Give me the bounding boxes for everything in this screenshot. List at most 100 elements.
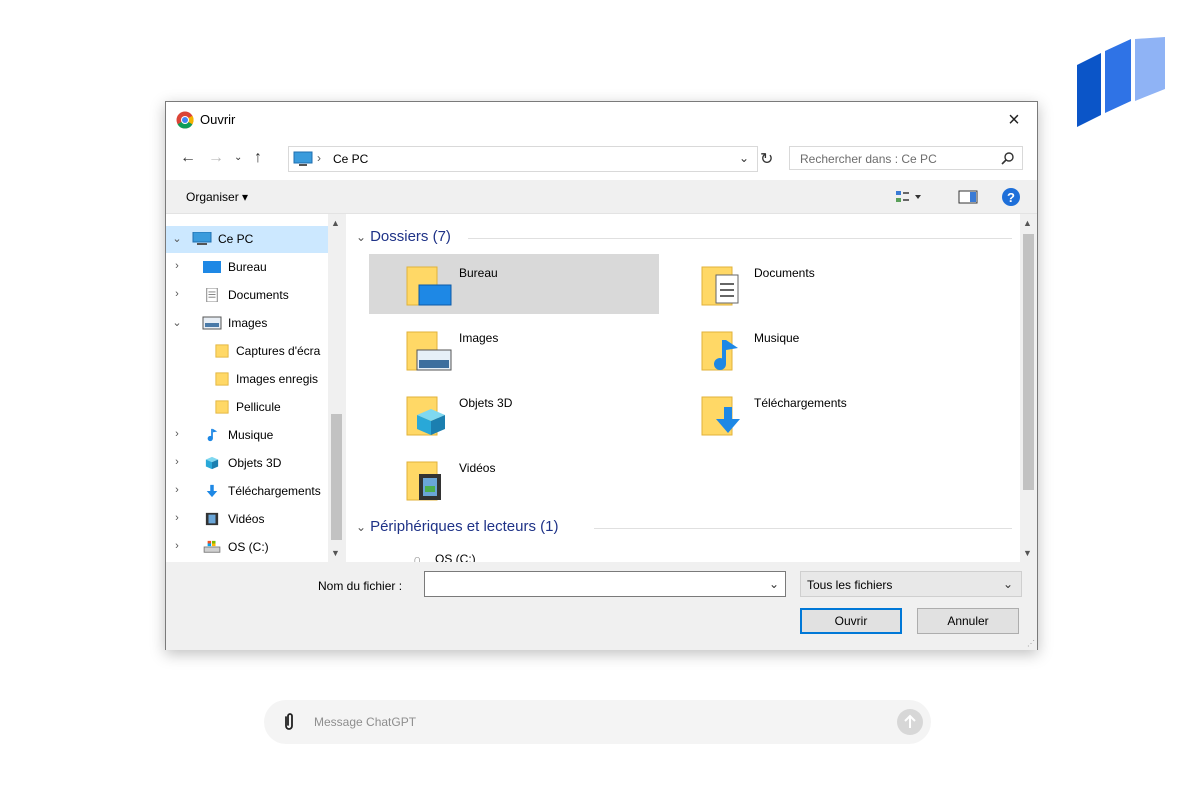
nav-item-images-enregistrees[interactable]: Images enregis bbox=[166, 366, 330, 393]
devices-group-header[interactable]: ⌄ Périphériques et lecteurs (1) bbox=[356, 518, 559, 535]
nav-item-captures[interactable]: Captures d'écra bbox=[166, 338, 330, 365]
scroll-up-arrow-icon[interactable]: ▲ bbox=[331, 218, 340, 228]
up-arrow-icon bbox=[904, 714, 916, 728]
send-arrow-icon[interactable] bbox=[897, 709, 923, 735]
chat-input-placeholder: Message ChatGPT bbox=[314, 715, 417, 729]
expand-chevron-icon[interactable]: › bbox=[172, 540, 182, 552]
nav-item-pellicule[interactable]: Pellicule bbox=[166, 394, 330, 421]
navigation-scrollbar[interactable]: ▲ ▼ bbox=[328, 214, 345, 562]
images-folder-icon bbox=[406, 331, 452, 371]
nav-item-telechargements[interactable]: › Téléchargements bbox=[166, 478, 330, 505]
nav-item-label: Pellicule bbox=[236, 400, 281, 414]
svg-text:?: ? bbox=[1007, 190, 1015, 205]
group-divider bbox=[468, 238, 1012, 239]
nav-item-objets-3d[interactable]: › Objets 3D bbox=[166, 450, 330, 477]
expand-chevron-icon[interactable]: ⌄ bbox=[172, 232, 182, 245]
open-button[interactable]: Ouvrir bbox=[800, 608, 902, 634]
scrollbar-thumb[interactable] bbox=[1023, 234, 1034, 490]
music-icon bbox=[207, 428, 218, 442]
collapse-chevron-icon[interactable]: ⌄ bbox=[356, 520, 366, 534]
address-bar[interactable]: › Ce PC ⌄ bbox=[288, 146, 758, 172]
expand-chevron-icon[interactable]: › bbox=[172, 456, 182, 468]
scroll-down-arrow-icon[interactable]: ▼ bbox=[1023, 548, 1032, 558]
folder-label: Objets 3D bbox=[459, 396, 513, 410]
expand-chevron-icon[interactable]: › bbox=[172, 428, 182, 440]
nav-item-label: Musique bbox=[228, 428, 274, 442]
folder-item-documents[interactable]: Documents bbox=[664, 254, 954, 314]
back-arrow-icon[interactable]: ← bbox=[180, 149, 196, 167]
organize-menu-button[interactable]: Organiser ▾ bbox=[186, 190, 248, 204]
nav-item-label: Documents bbox=[228, 288, 289, 302]
filename-input[interactable]: ⌄ bbox=[424, 571, 786, 597]
folder-item-objets-3d[interactable]: Objets 3D bbox=[369, 384, 659, 444]
folder-item-musique[interactable]: Musique bbox=[664, 319, 954, 379]
nav-item-ce-pc[interactable]: ⌄ Ce PC bbox=[166, 226, 330, 253]
documents-folder-icon bbox=[701, 266, 739, 306]
collapse-chevron-icon[interactable]: ⌄ bbox=[356, 230, 366, 244]
folder-icon bbox=[215, 400, 229, 414]
expand-chevron-icon[interactable]: › bbox=[172, 260, 182, 272]
scroll-up-arrow-icon[interactable]: ▲ bbox=[1023, 218, 1032, 228]
filename-dropdown-chevron-icon[interactable]: ⌄ bbox=[769, 577, 779, 591]
navigation-pane: ⌄ Ce PC › Bureau › Documents ⌄ Images Ca… bbox=[166, 214, 346, 562]
view-options-icon[interactable] bbox=[894, 188, 924, 206]
folder-item-bureau[interactable]: Bureau bbox=[369, 254, 659, 314]
folder-item-telechargements[interactable]: Téléchargements bbox=[664, 384, 954, 444]
video-folder-icon bbox=[406, 461, 441, 501]
up-arrow-icon[interactable]: ↑ bbox=[254, 149, 262, 167]
images-icon bbox=[202, 316, 222, 330]
nav-item-label: Objets 3D bbox=[228, 456, 282, 470]
nav-item-bureau[interactable]: › Bureau bbox=[166, 254, 330, 281]
file-type-select[interactable]: Tous les fichiers ⌄ bbox=[800, 571, 1022, 597]
address-row: ← → ⌄ ↑ › Ce PC ⌄ ↻ Rechercher dans : Ce… bbox=[166, 138, 1037, 180]
help-icon[interactable]: ? bbox=[1001, 187, 1021, 207]
drive-label: OS (C:) bbox=[435, 552, 476, 562]
scroll-down-arrow-icon[interactable]: ▼ bbox=[331, 548, 340, 558]
drive-item-os-c[interactable]: ∩ OS (C:) bbox=[369, 544, 659, 562]
nav-item-label: Ce PC bbox=[218, 232, 254, 246]
paperclip-icon[interactable] bbox=[282, 712, 296, 732]
content-scrollbar[interactable]: ▲ ▼ bbox=[1020, 214, 1037, 562]
documents-icon bbox=[206, 288, 218, 302]
nav-item-label: Téléchargements bbox=[228, 484, 321, 498]
chrome-icon bbox=[176, 111, 194, 129]
folder-item-videos[interactable]: Vidéos bbox=[369, 449, 659, 509]
file-type-chevron-icon[interactable]: ⌄ bbox=[1003, 577, 1013, 591]
objects3d-folder-icon bbox=[406, 396, 445, 436]
resize-grip-icon[interactable]: ⋰ bbox=[1027, 639, 1035, 648]
expand-chevron-icon[interactable]: ⌄ bbox=[172, 316, 182, 329]
preview-pane-icon[interactable] bbox=[958, 188, 978, 206]
nav-item-videos[interactable]: › Vidéos bbox=[166, 506, 330, 533]
nav-item-images[interactable]: ⌄ Images bbox=[166, 310, 330, 337]
search-placeholder: Rechercher dans : Ce PC bbox=[800, 152, 937, 166]
dialog-title: Ouvrir bbox=[200, 112, 236, 127]
address-dropdown-chevron-icon[interactable]: ⌄ bbox=[739, 151, 749, 165]
search-icon[interactable] bbox=[1000, 150, 1016, 166]
dialog-footer: Nom du fichier : ⌄ Tous les fichiers ⌄ O… bbox=[166, 562, 1037, 650]
folder-item-images[interactable]: Images bbox=[369, 319, 659, 379]
folders-group-header[interactable]: ⌄ Dossiers (7) bbox=[356, 228, 451, 245]
group-header-label: Dossiers (7) bbox=[370, 228, 451, 245]
refresh-icon[interactable]: ↻ bbox=[760, 149, 773, 169]
filename-label: Nom du fichier : bbox=[318, 579, 403, 593]
pc-icon bbox=[192, 232, 212, 245]
search-input[interactable]: Rechercher dans : Ce PC bbox=[789, 146, 1023, 170]
expand-chevron-icon[interactable]: › bbox=[172, 484, 182, 496]
close-button[interactable]: × bbox=[991, 102, 1037, 138]
nav-item-os-c[interactable]: › OS (C:) bbox=[166, 534, 330, 561]
breadcrumb-location[interactable]: Ce PC bbox=[333, 152, 368, 166]
open-file-dialog: Ouvrir × ← → ⌄ ↑ › Ce PC ⌄ ↻ Rechercher … bbox=[165, 101, 1038, 650]
chat-message-bar[interactable]: Message ChatGPT bbox=[264, 700, 931, 744]
scrollbar-thumb[interactable] bbox=[331, 414, 342, 540]
recent-locations-chevron-icon[interactable]: ⌄ bbox=[234, 152, 242, 163]
expand-chevron-icon[interactable]: › bbox=[172, 512, 182, 524]
cancel-button[interactable]: Annuler bbox=[917, 608, 1019, 634]
expand-chevron-icon[interactable]: › bbox=[172, 288, 182, 300]
folder-label: Documents bbox=[754, 266, 815, 280]
download-folder-icon bbox=[701, 396, 740, 436]
folder-icon bbox=[215, 344, 229, 358]
nav-item-musique[interactable]: › Musique bbox=[166, 422, 330, 449]
forward-arrow-icon[interactable]: → bbox=[208, 149, 224, 167]
nav-item-documents[interactable]: › Documents bbox=[166, 282, 330, 309]
objects3d-icon bbox=[205, 456, 219, 470]
